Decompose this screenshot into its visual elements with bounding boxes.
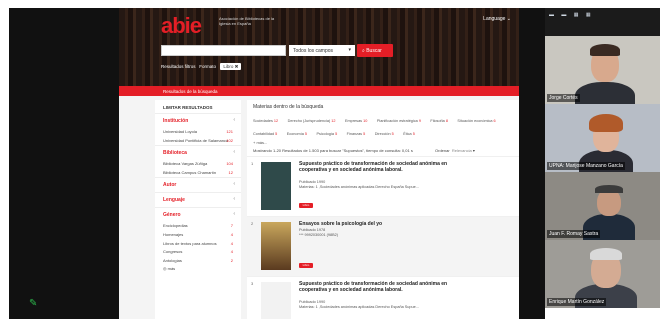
format-badge: Libro [299,263,313,268]
facet-item[interactable]: Libros de textos para alumnos 4 [155,240,241,249]
view-controls-icon[interactable]: ▬ ▬ ▦ ▦ [549,12,594,18]
subject-chip[interactable]: Dirección 5 [375,130,394,139]
book-cover-image[interactable] [261,162,291,210]
filters-label: Resultados filtros [161,64,196,69]
result-title[interactable]: Supuesto práctico de transformación de s… [299,161,459,173]
facet-item[interactable]: Congresos 4 [155,248,241,257]
chevron-icon: ‹ [233,196,235,203]
sort-control[interactable]: Ordenar Relevancia ▾ [435,148,475,153]
left-panel: ✎ [9,8,119,319]
participant-name: Jorge Cortés [547,94,580,102]
pen-icon[interactable]: ✎ [29,298,37,309]
subject-chips: Sociedades 12 Derecho (Jurisprudencia) 1… [247,112,519,140]
facet-item[interactable]: Homenajes 4 [155,231,241,240]
scope-select[interactable]: Todos los campos ▾ [289,45,355,56]
participant-tile[interactable]: UPNA: Marijose Manzano García [545,104,660,172]
result-item[interactable]: 2 Ensayos sobre la psicología del yo Pub… [247,216,519,276]
facet-item[interactable]: Enciclopedias 7 [155,222,241,231]
shared-screen: abie Asociación de Bibliotecas de la Igl… [119,8,519,319]
language-menu[interactable]: Language ⌄ [483,16,511,22]
facet-item[interactable]: Universidad Pontificia de Salamanca 102 [155,137,241,146]
participant-toolbar: ▬ ▬ ▦ ▦ [545,8,660,36]
breadcrumb: Resultados de la búsqueda [119,86,519,96]
facet-item[interactable]: Biblioteca Vargas Zúñiga 104 [155,160,241,169]
filter-prefix: Formato [199,64,217,69]
facet-item[interactable]: Biblioteca Campus Chamartín 12 [155,169,241,178]
participant-tile[interactable]: Enrique Martín González [545,240,660,308]
divider-panel [519,8,545,319]
facet-autor[interactable]: Autor ‹ [155,177,241,192]
sidebar-header: LIMITAR RESULTADOS [163,105,213,110]
subject-chip[interactable]: Psicología 5 [317,130,338,139]
facet-item[interactable]: Antologías 2 [155,257,241,266]
subject-chip[interactable]: Planificación estratégica 9 [377,117,421,126]
subject-chip[interactable]: Empresas 10 [345,117,367,126]
result-subjects: Materias: 1 ,Sociedades anónimas aplicad… [299,185,419,189]
participant-tile[interactable]: Juan F. Romay Sastra [545,172,660,240]
book-cover-placeholder[interactable] [261,282,291,319]
logo-subtitle: Asociación de Bibliotecas de la Iglesia … [219,16,275,26]
subject-chip[interactable]: Derecho (Jurisprudencia) 12 [288,117,336,126]
active-filters: Resultados filtros Formato Libro ✖ [161,63,242,70]
results-panel: Materias dentro de la búsqueda Sociedade… [247,100,519,319]
participant-name: UPNA: Marijose Manzano García [547,162,625,170]
chevron-icon: ‹ [233,211,235,218]
subject-chip[interactable]: Economía 5 [287,130,307,139]
facet-biblioteca[interactable]: Biblioteca ‹ [155,145,241,160]
subject-chip[interactable]: Sociedades 12 [253,117,278,126]
video-call-frame: ✎ abie Asociación de Bibliotecas de la I… [0,0,660,321]
format-badge: Libro [299,203,313,208]
subject-chip[interactable]: Finanzas 5 [347,130,366,139]
result-title[interactable]: Supuesto práctico de transformación de s… [299,281,459,293]
result-number: 1 [251,161,254,166]
participant-name: Juan F. Romay Sastra [547,230,601,238]
facet-more[interactable]: ◎ más [155,265,241,274]
result-year: Publicado 1990 [299,300,326,304]
abie-logo[interactable]: abie [161,13,202,39]
subject-chip[interactable]: Ética 5 [403,130,415,139]
search-button-label: Buscar [366,48,382,54]
results-count: Mostrando 1-20 Resultados de 1.503 para … [253,148,475,153]
subject-chip[interactable]: Contabilidad 5 [253,130,277,139]
result-title[interactable]: Ensayos sobre la psicología del yo [299,221,459,227]
facet-institucion[interactable]: Institución ‹ [155,113,241,128]
result-year: Publicado 1990 [299,180,326,184]
facet-lenguaje[interactable]: Lenguaje ‹ [155,192,241,207]
filter-tag-libro[interactable]: Libro ✖ [220,63,242,70]
facet-item[interactable]: Universidad Loyola 121 [155,128,241,137]
scope-select-value: Todos los campos [293,48,334,54]
participant-name: Enrique Martín González [547,298,607,306]
search-icon: ⌕ [362,48,365,54]
chevron-icon: ‹ [233,117,235,123]
result-year: Publicado 1978 [299,228,326,232]
chevron-icon: ‹ [233,149,235,156]
result-subjects: *** 9992030001 (98B2) [299,233,339,237]
search-button[interactable]: ⌕ Buscar [357,44,393,57]
facet-sidebar: LIMITAR RESULTADOS Institución ‹ Universi… [155,100,241,319]
chevron-icon: ‹ [233,181,235,188]
result-subjects: Materias: 1 ,Sociedades anónimas aplicad… [299,305,419,309]
result-number: 3 [251,281,254,286]
participant-tile[interactable]: Jorge Cortés [545,36,660,104]
result-number: 2 [251,221,254,226]
subject-chip[interactable]: Filosofía 8 [430,117,448,126]
result-item[interactable]: 3 Supuesto práctico de transformación de… [247,276,519,319]
chevron-down-icon: ▾ [348,47,351,53]
book-cover-image[interactable] [261,222,291,270]
facet-genero[interactable]: Género ‹ [155,207,241,222]
search-input[interactable] [161,45,286,56]
result-item[interactable]: 1 Supuesto práctico de transformación de… [247,156,519,216]
subject-chip[interactable]: Situación económica 6 [457,117,495,126]
